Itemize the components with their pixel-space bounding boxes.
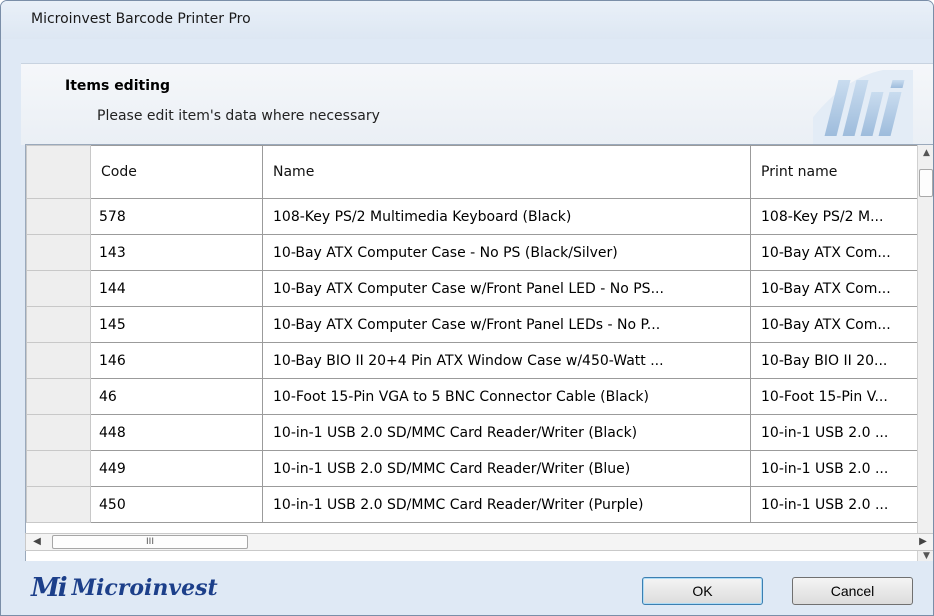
scroll-left-icon[interactable]: ◀: [26, 534, 48, 550]
ok-button[interactable]: OK: [642, 577, 763, 605]
column-header-code[interactable]: Code: [90, 145, 263, 199]
row-header[interactable]: [26, 378, 91, 415]
cell-name[interactable]: 10-in-1 USB 2.0 SD/MMC Card Reader/Write…: [262, 450, 751, 487]
cell-code[interactable]: 449: [90, 450, 263, 487]
row-header[interactable]: [26, 234, 91, 271]
cell-print-name[interactable]: 10-Foot 15-Pin V...: [750, 378, 931, 415]
cell-print-name[interactable]: 10-Bay BIO II 20...: [750, 342, 931, 379]
cell-code[interactable]: 448: [90, 414, 263, 451]
cancel-button[interactable]: Cancel: [792, 577, 913, 605]
items-table: Code Name Print name 578 108-Key PS/2 Mul…: [26, 145, 931, 523]
column-header-print-name[interactable]: Print name: [750, 145, 931, 199]
cell-name[interactable]: 10-Bay ATX Computer Case - No PS (Black/…: [262, 234, 751, 271]
page-subtitle: Please edit item's data where necessary: [97, 108, 380, 124]
brand-logo: Mi Microinvest: [31, 573, 218, 603]
vertical-scroll-thumb[interactable]: [919, 169, 933, 197]
row-header[interactable]: [26, 486, 91, 523]
scroll-up-icon[interactable]: ▲: [918, 145, 933, 162]
vertical-scrollbar[interactable]: ▲ ▼: [917, 145, 933, 563]
microinvest-logo-icon: [813, 70, 913, 146]
row-header[interactable]: [26, 414, 91, 451]
cell-code[interactable]: 578: [90, 198, 263, 235]
row-header-corner: [26, 145, 91, 199]
table-row[interactable]: 143 10-Bay ATX Computer Case - No PS (Bla…: [26, 234, 931, 271]
horizontal-scroll-thumb[interactable]: III: [52, 535, 248, 549]
cell-print-name[interactable]: 10-Bay ATX Com...: [750, 270, 931, 307]
table-row[interactable]: 145 10-Bay ATX Computer Case w/Front Pane…: [26, 306, 931, 343]
table-row[interactable]: 46 10-Foot 15-Pin VGA to 5 BNC Connector …: [26, 378, 931, 415]
cell-code[interactable]: 146: [90, 342, 263, 379]
brand-mark-icon: Mi: [31, 573, 68, 603]
scroll-right-icon[interactable]: ▶: [912, 534, 933, 550]
cell-print-name[interactable]: 10-in-1 USB 2.0 ...: [750, 450, 931, 487]
cell-name[interactable]: 10-Bay BIO II 20+4 Pin ATX Window Case w…: [262, 342, 751, 379]
table-row[interactable]: 450 10-in-1 USB 2.0 SD/MMC Card Reader/Wr…: [26, 486, 931, 523]
cell-name[interactable]: 10-Foot 15-Pin VGA to 5 BNC Connector Ca…: [262, 378, 751, 415]
page-title: Items editing: [65, 78, 170, 94]
table-row[interactable]: 448 10-in-1 USB 2.0 SD/MMC Card Reader/Wr…: [26, 414, 931, 451]
table-row[interactable]: 449 10-in-1 USB 2.0 SD/MMC Card Reader/Wr…: [26, 450, 931, 487]
cell-code[interactable]: 144: [90, 270, 263, 307]
brand-name: Microinvest: [71, 575, 218, 601]
cell-name[interactable]: 10-in-1 USB 2.0 SD/MMC Card Reader/Write…: [262, 414, 751, 451]
table-row[interactable]: 578 108-Key PS/2 Multimedia Keyboard (Bla…: [26, 198, 931, 235]
title-bar[interactable]: Microinvest Barcode Printer Pro: [1, 1, 933, 39]
cell-name[interactable]: 10-Bay ATX Computer Case w/Front Panel L…: [262, 306, 751, 343]
cell-name[interactable]: 10-Bay ATX Computer Case w/Front Panel L…: [262, 270, 751, 307]
row-header[interactable]: [26, 270, 91, 307]
horizontal-scrollbar[interactable]: ◀ III ▶: [25, 533, 933, 551]
cell-print-name[interactable]: 10-in-1 USB 2.0 ...: [750, 486, 931, 523]
table-row[interactable]: 146 10-Bay BIO II 20+4 Pin ATX Window Cas…: [26, 342, 931, 379]
row-header[interactable]: [26, 198, 91, 235]
row-header[interactable]: [26, 450, 91, 487]
cell-print-name[interactable]: 10-Bay ATX Com...: [750, 306, 931, 343]
cell-code[interactable]: 145: [90, 306, 263, 343]
cell-print-name[interactable]: 10-Bay ATX Com...: [750, 234, 931, 271]
cell-name[interactable]: 108-Key PS/2 Multimedia Keyboard (Black): [262, 198, 751, 235]
header-banner: Items editing Please edit item's data wh…: [21, 63, 933, 146]
column-header-name[interactable]: Name: [262, 145, 751, 199]
table-header-row: Code Name Print name: [26, 145, 931, 199]
cell-print-name[interactable]: 108-Key PS/2 M...: [750, 198, 931, 235]
cell-code[interactable]: 46: [90, 378, 263, 415]
row-header[interactable]: [26, 342, 91, 379]
cell-name[interactable]: 10-in-1 USB 2.0 SD/MMC Card Reader/Write…: [262, 486, 751, 523]
window-title: Microinvest Barcode Printer Pro: [31, 11, 251, 27]
items-grid[interactable]: Code Name Print name 578 108-Key PS/2 Mul…: [25, 144, 933, 564]
row-header[interactable]: [26, 306, 91, 343]
table-row[interactable]: 144 10-Bay ATX Computer Case w/Front Pane…: [26, 270, 931, 307]
cell-code[interactable]: 143: [90, 234, 263, 271]
dialog-window: Microinvest Barcode Printer Pro Items ed…: [0, 0, 934, 616]
cell-code[interactable]: 450: [90, 486, 263, 523]
dialog-footer: Mi Microinvest OK Cancel: [1, 561, 933, 615]
cell-print-name[interactable]: 10-in-1 USB 2.0 ...: [750, 414, 931, 451]
